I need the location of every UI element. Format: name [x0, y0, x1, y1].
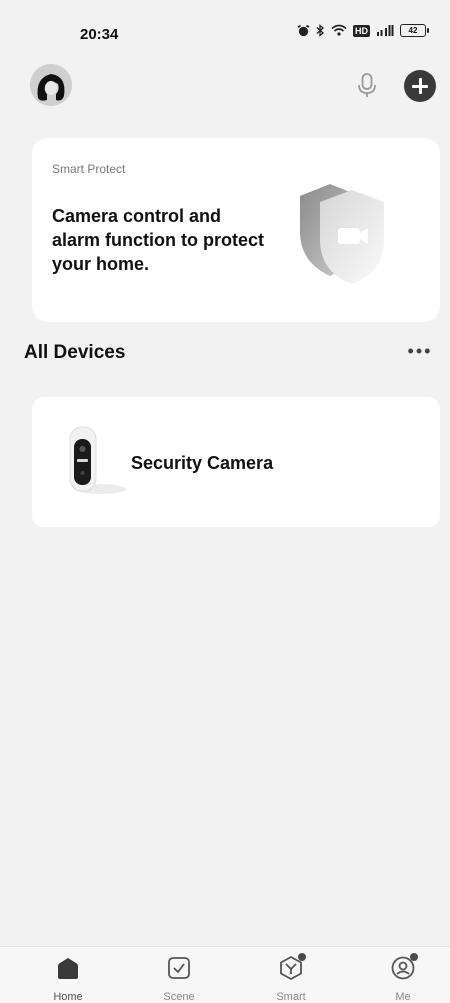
alarm-clock-icon — [297, 24, 310, 37]
smart-protect-description: Camera control and alarm function to pro… — [52, 206, 265, 274]
smart-notification-dot — [298, 953, 306, 961]
all-devices-title: All Devices — [24, 342, 126, 363]
voice-button[interactable] — [352, 70, 382, 100]
add-device-button[interactable] — [404, 70, 436, 102]
more-options-button[interactable]: ••• — [406, 342, 434, 362]
status-time: 20:34 — [80, 26, 119, 43]
bottom-navigation: Home Scene Smart Me — [0, 946, 450, 1003]
nav-scene-label: Scene — [163, 991, 195, 1003]
wifi-icon — [331, 24, 347, 36]
home-icon — [58, 958, 78, 979]
nav-me[interactable]: Me — [363, 953, 443, 1003]
device-card-security-camera[interactable]: Security Camera — [32, 397, 440, 527]
nav-scene[interactable]: Scene — [139, 955, 219, 1003]
status-icons: HD 42 — [297, 24, 429, 37]
nav-home[interactable]: Home — [28, 955, 108, 1003]
nav-me-label: Me — [395, 991, 411, 1003]
hd-badge: HD — [353, 24, 370, 37]
bluetooth-icon — [316, 24, 324, 37]
user-avatar-icon — [30, 64, 72, 106]
nav-home-label: Home — [53, 991, 83, 1003]
profile-icon-wrap — [390, 953, 418, 981]
smart-protect-card[interactable]: Smart Protect Camera control and alarm f… — [32, 138, 440, 322]
battery-indicator: 42 — [400, 24, 429, 37]
nav-smart-label: Smart — [276, 991, 306, 1003]
smart-icon-wrap — [278, 953, 306, 981]
nav-smart[interactable]: Smart — [251, 953, 331, 1003]
scene-check-icon — [168, 957, 190, 979]
security-camera-icon — [69, 426, 126, 494]
shield-camera-icon — [300, 184, 384, 284]
avatar[interactable] — [30, 64, 72, 106]
status-bar: 20:34 HD 42 — [0, 0, 450, 70]
me-notification-dot — [410, 953, 418, 961]
smart-protect-label: Smart Protect — [52, 162, 126, 176]
microphone-icon — [358, 73, 376, 97]
device-name: Security Camera — [131, 453, 274, 473]
signal-icon — [377, 25, 394, 36]
